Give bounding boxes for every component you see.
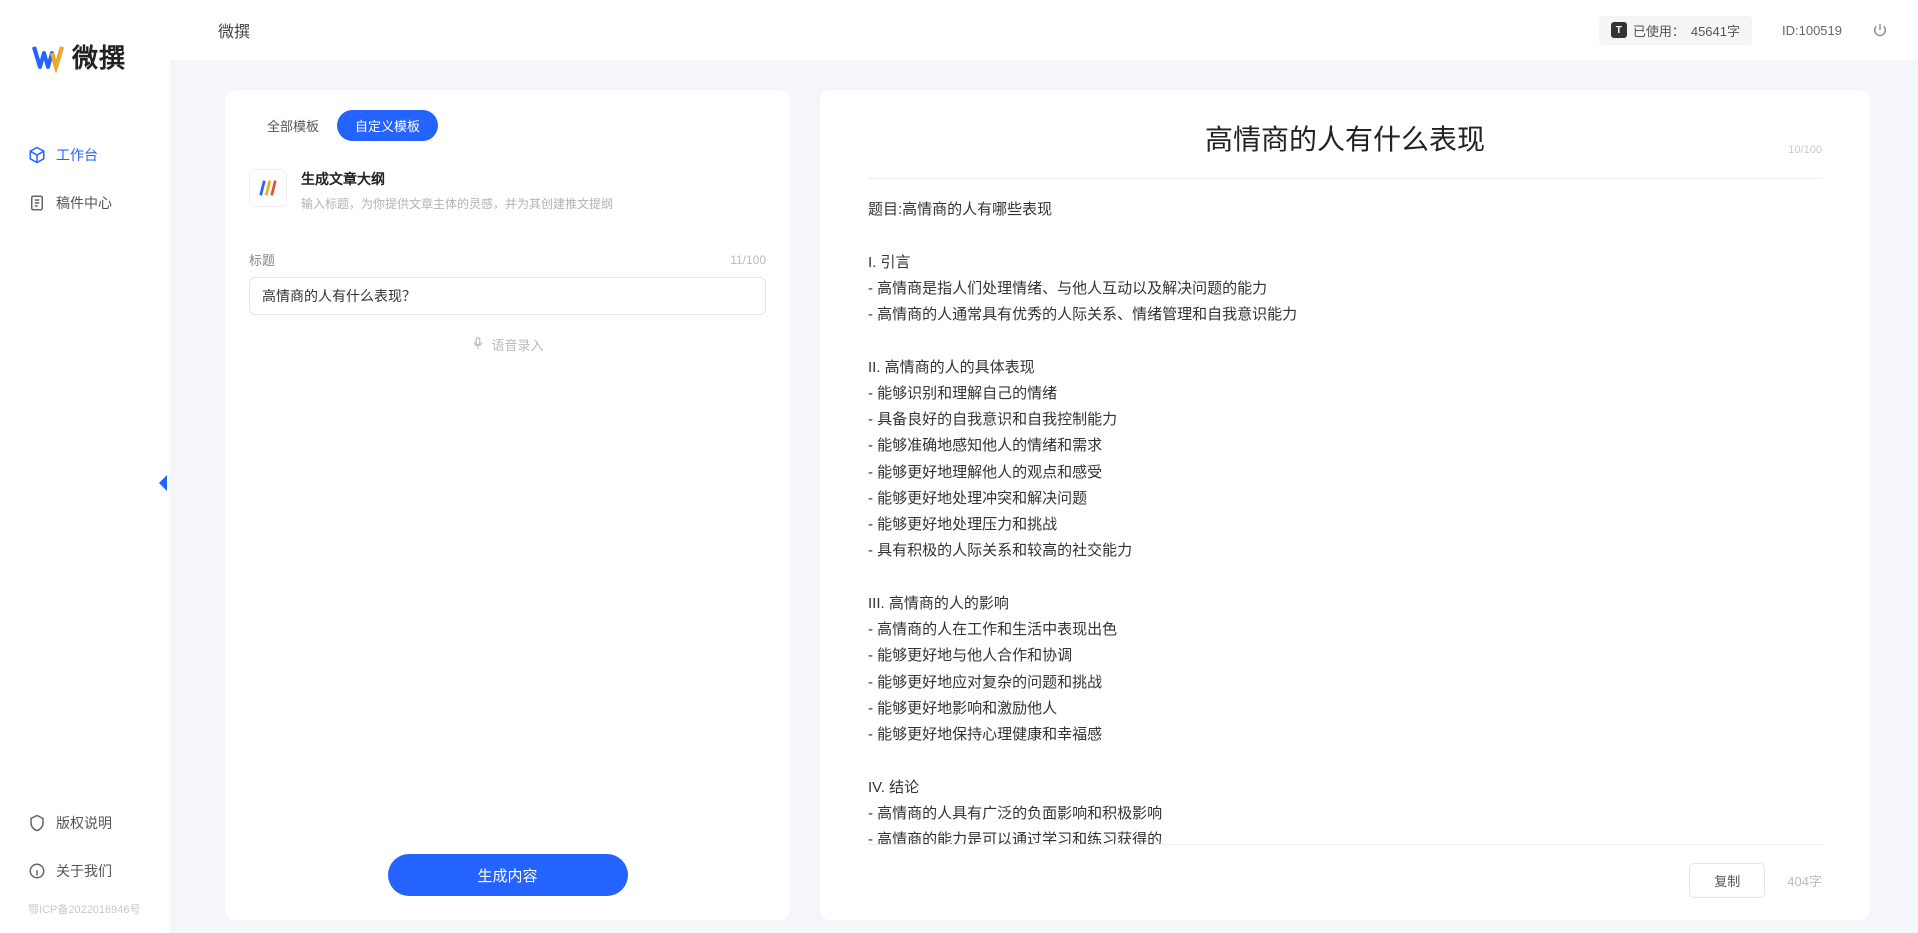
output-panel: 高情商的人有什么表现 10/100 题目:高情商的人有哪些表现 I. 引言 - … bbox=[820, 90, 1870, 920]
cube-icon bbox=[28, 146, 46, 164]
title-input[interactable] bbox=[249, 277, 766, 315]
tab-custom-templates[interactable]: 自定义模板 bbox=[337, 110, 438, 141]
sidebar-item-label: 工作台 bbox=[56, 145, 98, 165]
template-panel: 全部模板 自定义模板 生成文章大纲 输入标题，为你提供文章主体的灵感，并为其创建… bbox=[225, 90, 790, 920]
app-logo: 微撰 bbox=[0, 0, 170, 75]
document-icon bbox=[28, 194, 46, 212]
tab-all-templates[interactable]: 全部模板 bbox=[249, 110, 337, 141]
template-desc: 输入标题，为你提供文章主体的灵感，并为其创建推文提纲 bbox=[301, 195, 613, 212]
info-icon bbox=[28, 862, 46, 880]
sidebar-item-label: 关于我们 bbox=[56, 861, 112, 881]
sidebar-bottom: 版权说明 关于我们 鄂ICP备2022016946号 bbox=[0, 799, 170, 933]
sidebar: 微撰 工作台 稿件中心 版权说明 关于我们 鄂ICP bbox=[0, 0, 170, 933]
doc-body[interactable]: 题目:高情商的人有哪些表现 I. 引言 - 高情商是指人们处理情绪、与他人互动以… bbox=[868, 197, 1822, 845]
template-card: 生成文章大纲 输入标题，为你提供文章主体的灵感，并为其创建推文提纲 bbox=[249, 163, 766, 232]
voice-input-button[interactable]: 语音录入 bbox=[249, 335, 766, 354]
shield-icon bbox=[28, 814, 46, 832]
word-count: 404字 bbox=[1787, 871, 1822, 890]
template-tabs: 全部模板 自定义模板 bbox=[249, 110, 766, 141]
topbar-right: T 已使用： 45641字 ID:100519 bbox=[1599, 16, 1888, 45]
sidebar-item-label: 稿件中心 bbox=[56, 193, 112, 213]
mic-icon bbox=[471, 336, 485, 353]
sidebar-nav: 工作台 稿件中心 bbox=[0, 131, 170, 227]
template-title: 生成文章大纲 bbox=[301, 169, 613, 189]
title-field-count: 11/100 bbox=[730, 253, 766, 267]
power-icon[interactable] bbox=[1872, 22, 1888, 38]
sidebar-item-drafts[interactable]: 稿件中心 bbox=[0, 179, 170, 227]
sidebar-collapse-handle[interactable] bbox=[152, 463, 174, 503]
user-id: ID:100519 bbox=[1782, 23, 1842, 38]
generate-button[interactable]: 生成内容 bbox=[388, 854, 628, 896]
voice-input-label: 语音录入 bbox=[491, 335, 543, 354]
topbar-title: 微撰 bbox=[218, 18, 250, 42]
logo-text: 微撰 bbox=[72, 38, 126, 75]
title-field-row: 标题 11/100 bbox=[249, 250, 766, 269]
usage-badge[interactable]: T 已使用： 45641字 bbox=[1599, 16, 1752, 45]
sidebar-item-about[interactable]: 关于我们 bbox=[0, 847, 170, 895]
logo-icon bbox=[32, 41, 64, 73]
doc-title-row: 高情商的人有什么表现 10/100 bbox=[868, 118, 1822, 179]
doc-title[interactable]: 高情商的人有什么表现 bbox=[868, 118, 1822, 158]
sidebar-item-label: 版权说明 bbox=[56, 813, 112, 833]
usage-value: 45641字 bbox=[1691, 21, 1740, 40]
icp-text: 鄂ICP备2022016946号 bbox=[0, 895, 170, 921]
title-field-label: 标题 bbox=[249, 250, 275, 269]
doc-footer: 复制 404字 bbox=[868, 845, 1822, 920]
sidebar-item-copyright[interactable]: 版权说明 bbox=[0, 799, 170, 847]
topbar: 微撰 T 已使用： 45641字 ID:100519 bbox=[170, 0, 1918, 60]
text-usage-icon: T bbox=[1611, 22, 1627, 38]
sidebar-item-workspace[interactable]: 工作台 bbox=[0, 131, 170, 179]
usage-label: 已使用： bbox=[1633, 21, 1685, 40]
template-icon bbox=[249, 169, 287, 207]
doc-title-count: 10/100 bbox=[1788, 144, 1822, 156]
copy-button[interactable]: 复制 bbox=[1689, 863, 1765, 898]
